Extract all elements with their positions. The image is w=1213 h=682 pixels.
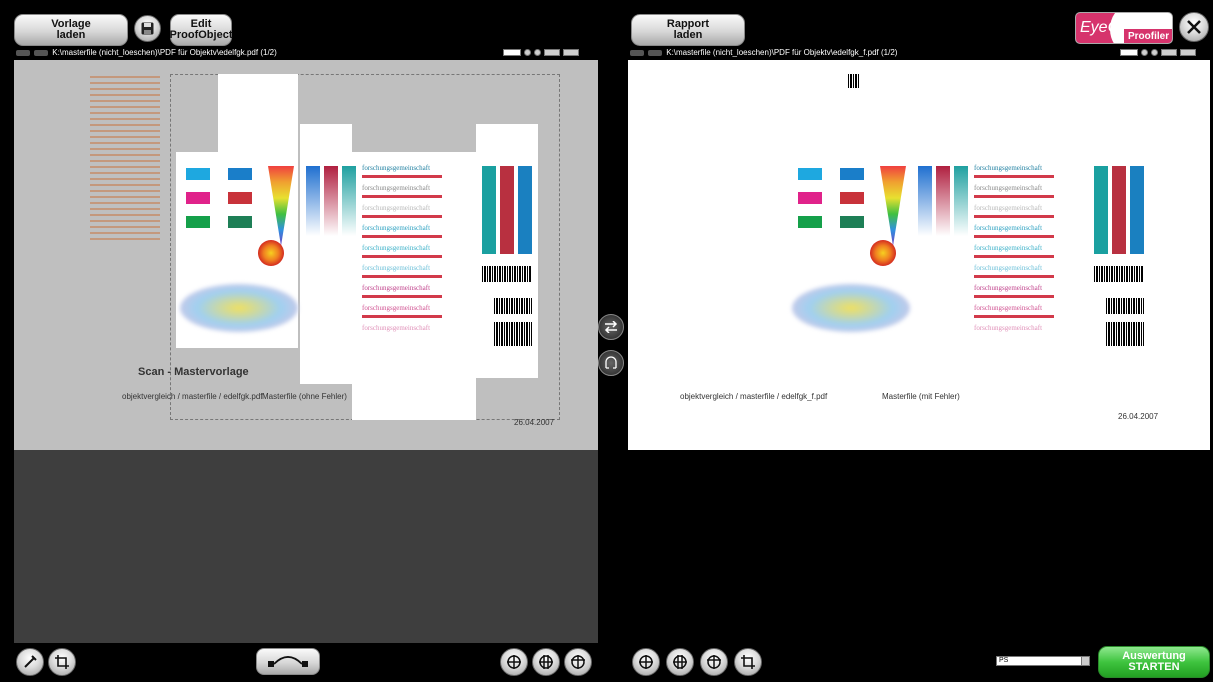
left-align-tool-3[interactable] <box>564 648 592 676</box>
left-brand-strip-5: forschungsgemeinschaft <box>362 244 431 252</box>
start-evaluation-button[interactable]: Auswertung STARTEN <box>1098 646 1210 678</box>
right-next-page-button[interactable] <box>1161 49 1177 56</box>
left-view-controls <box>503 49 579 57</box>
left-brand-strip-4: forschungsgemeinschaft <box>362 224 431 232</box>
left-brand-strip-6: forschungsgemeinschaft <box>362 264 431 272</box>
sync-view-button[interactable] <box>598 350 624 376</box>
left-date: 26.04.2007 <box>514 418 555 427</box>
left-page-select[interactable] <box>503 49 521 56</box>
crop-icon <box>55 655 69 669</box>
logo-proofiler-text: Proofiler <box>1128 31 1170 42</box>
left-brand-strip-7: forschungsgemeinschaft <box>362 284 431 292</box>
edit-proof-object-button[interactable]: Edit ProofObject <box>170 14 232 46</box>
pen-icon <box>24 655 37 668</box>
right-file-label: objektvergleich / masterfile / edelfgk_f… <box>680 392 828 401</box>
left-brand-strip-2: forschungsgemeinschaft <box>362 184 431 192</box>
right-brand-strip-4: forschungsgemeinschaft <box>974 224 1043 232</box>
right-date: 26.04.2007 <box>1118 412 1159 421</box>
crosshair-icon <box>571 655 585 669</box>
load-report-button[interactable]: Rapport laden <box>631 14 745 46</box>
crop-icon <box>741 655 755 669</box>
swap-arrows-icon <box>604 321 618 333</box>
right-align-tool-3[interactable] <box>700 648 728 676</box>
crosshair-icon <box>507 655 521 669</box>
logo-eyec-text: EyeC <box>1080 19 1120 36</box>
right-brand-strip-2: forschungsgemeinschaft <box>974 184 1043 192</box>
eyec-proofiler-logo: EyeC Proofiler <box>1075 12 1173 44</box>
right-zoom-in-icon[interactable] <box>1151 49 1158 56</box>
swap-documents-button[interactable] <box>598 314 624 340</box>
crosshair-icon <box>539 655 553 669</box>
right-brand-strip-7: forschungsgemeinschaft <box>974 284 1043 292</box>
crosshair-icon <box>673 655 687 669</box>
right-brand-strip-5: forschungsgemeinschaft <box>974 244 1043 252</box>
left-file-path-bar: K:\masterfile (nicht_loeschen)\PDF für O… <box>14 48 484 58</box>
right-brand-strip-8: forschungsgemeinschaft <box>974 304 1043 312</box>
right-document-viewer[interactable]: forschungsgemeinschaft forschungsgemeins… <box>628 60 1210 643</box>
left-align-tool-1[interactable] <box>500 648 528 676</box>
left-file-status: Masterfile (ohne Fehler) <box>262 392 347 401</box>
right-artwork: forschungsgemeinschaft forschungsgemeins… <box>788 74 1168 420</box>
right-file-path-bar: K:\masterfile (nicht_loeschen)\PDF für O… <box>628 48 1098 58</box>
crosshair-icon <box>707 655 721 669</box>
braille-block <box>90 74 160 244</box>
left-file-path: K:\masterfile (nicht_loeschen)\PDF für O… <box>52 48 277 57</box>
left-zoom-in-icon[interactable] <box>534 49 541 56</box>
curve-icon <box>268 655 308 667</box>
left-brand-strip-1: forschungsgemeinschaft <box>362 164 431 172</box>
right-close-page-button[interactable] <box>1180 49 1196 56</box>
right-brand-strip-1: forschungsgemeinschaft <box>974 164 1043 172</box>
left-file-label: objektvergleich / masterfile / edelfgk.p… <box>122 392 263 401</box>
floppy-disk-icon <box>141 22 154 35</box>
close-icon <box>1187 20 1201 34</box>
curve-tool-button[interactable] <box>256 648 320 675</box>
left-document-viewer[interactable]: forschungsgemeinschaft forschungsgemeins… <box>14 60 598 643</box>
right-view-controls <box>1120 49 1196 57</box>
save-button[interactable] <box>134 15 161 42</box>
left-zoom-out-icon[interactable] <box>524 49 531 56</box>
pen-tool-button[interactable] <box>16 648 44 676</box>
sync-icon <box>605 356 617 369</box>
right-brand-strip-3: forschungsgemeinschaft <box>974 204 1043 212</box>
left-brand-strip-8: forschungsgemeinschaft <box>362 304 431 312</box>
right-brand-strip-9: forschungsgemeinschaft <box>974 324 1043 332</box>
mode-dropdown[interactable]: PS <box>996 656 1090 666</box>
close-button[interactable] <box>1179 12 1209 42</box>
left-crop-button[interactable] <box>48 648 76 676</box>
chevron-down-icon <box>1081 657 1089 665</box>
right-crop-button[interactable] <box>734 648 762 676</box>
left-last-page-button[interactable] <box>563 49 579 56</box>
left-brand-strip-3: forschungsgemeinschaft <box>362 204 431 212</box>
scan-title: Scan - Mastervorlage <box>138 366 249 378</box>
right-page-select[interactable] <box>1120 49 1138 56</box>
right-align-tool-1[interactable] <box>632 648 660 676</box>
mode-dropdown-value: PS <box>999 657 1009 664</box>
right-brand-strip-6: forschungsgemeinschaft <box>974 264 1043 272</box>
load-template-button[interactable]: Vorlage laden <box>14 14 128 46</box>
left-next-page-button[interactable] <box>544 49 560 56</box>
right-file-path: K:\masterfile (nicht_loeschen)\PDF für O… <box>666 48 898 57</box>
right-align-tool-2[interactable] <box>666 648 694 676</box>
crosshair-icon <box>639 655 653 669</box>
left-align-tool-2[interactable] <box>532 648 560 676</box>
right-file-status: Masterfile (mit Fehler) <box>882 392 960 401</box>
right-zoom-out-icon[interactable] <box>1141 49 1148 56</box>
left-brand-strip-9: forschungsgemeinschaft <box>362 324 431 332</box>
